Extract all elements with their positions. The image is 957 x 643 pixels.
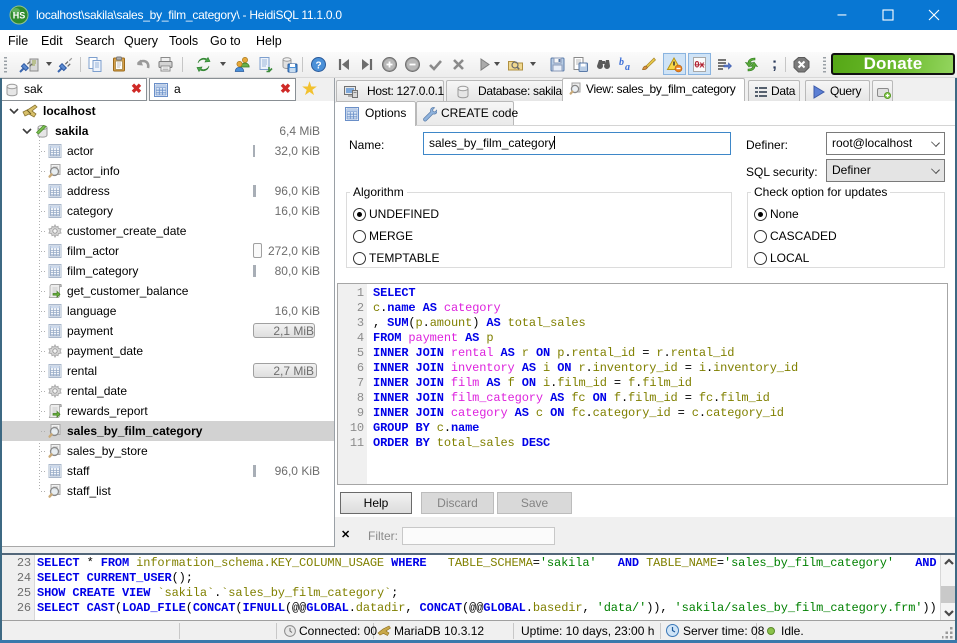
svg-text:b: b xyxy=(619,57,624,68)
svg-text:a: a xyxy=(625,62,630,73)
svg-text:?: ? xyxy=(315,61,321,72)
svg-text:HS: HS xyxy=(13,11,26,21)
svg-text:;: ; xyxy=(772,56,777,73)
svg-text:0x: 0x xyxy=(694,60,704,70)
